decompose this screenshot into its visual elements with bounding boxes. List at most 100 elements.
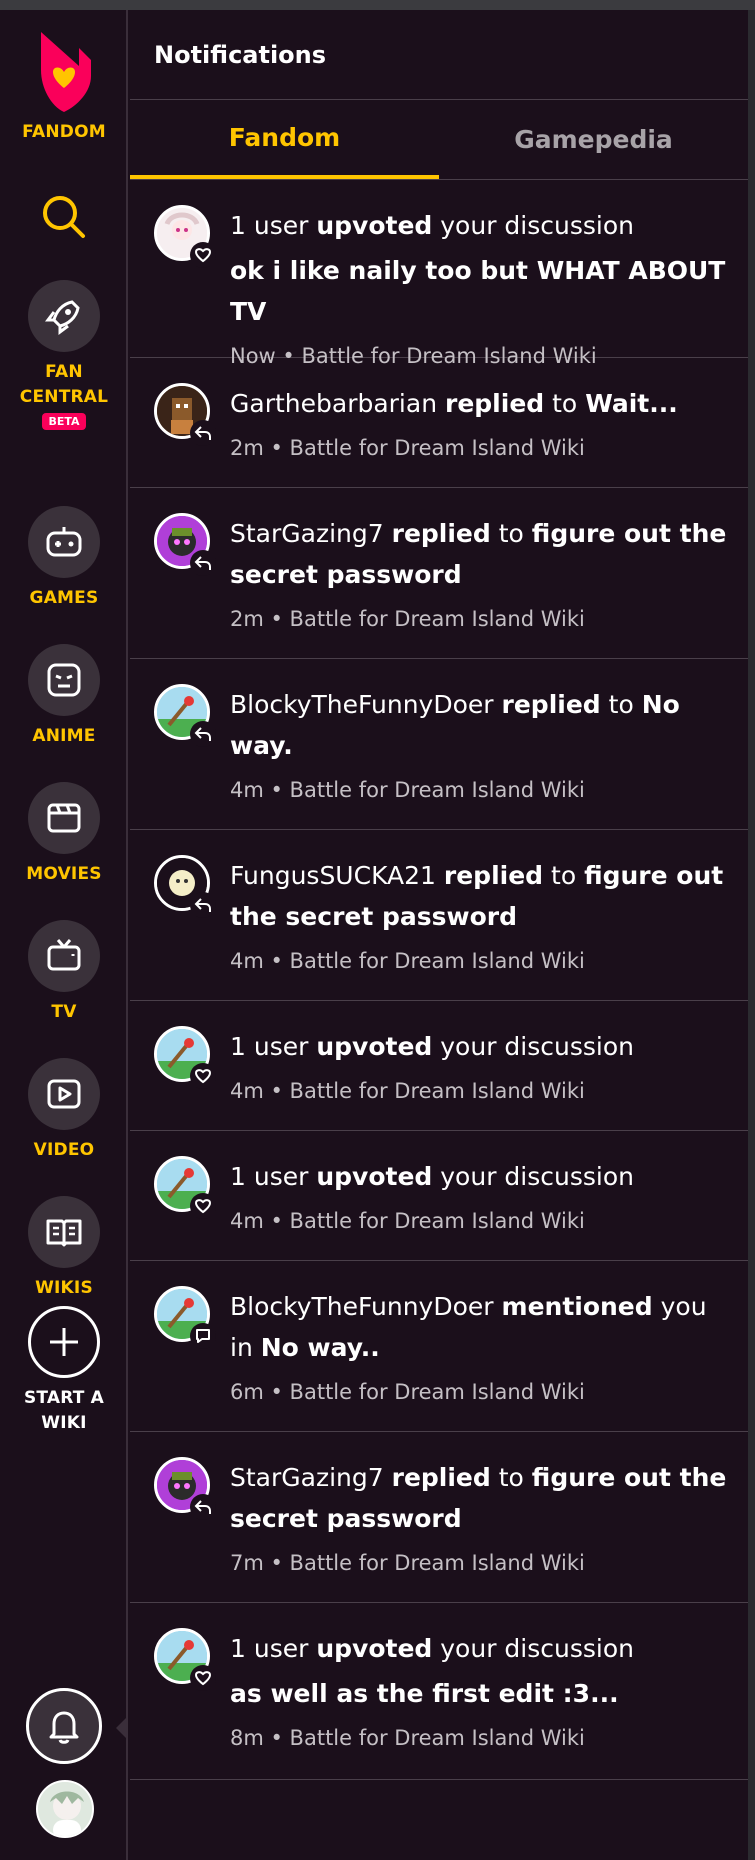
notification-text: StarGazing7 replied to figure out the se… (230, 513, 728, 595)
reply-icon (194, 727, 211, 741)
nav-label-games: GAMES (29, 588, 99, 608)
notification-item[interactable]: 1 user upvoted your discussion as well a… (130, 1603, 748, 1780)
notification-action: replied (391, 519, 491, 548)
fandom-logo-link[interactable]: FANDOM (0, 26, 128, 145)
notification-text: 1 user upvoted your discussion (230, 205, 728, 246)
user-avatar[interactable] (36, 1780, 94, 1838)
movies-icon-circle (28, 782, 100, 854)
anime-face-icon (47, 663, 81, 697)
notification-action: upvoted (316, 1032, 433, 1061)
notification-item[interactable]: 1 user upvoted your discussion 4m • Batt… (130, 1001, 748, 1131)
search-button[interactable] (0, 192, 128, 242)
notification-text: 1 user upvoted your discussion (230, 1628, 728, 1669)
nav-label-video: VIDEO (33, 1140, 95, 1160)
start-wiki-icon-circle (28, 1306, 100, 1378)
notification-item[interactable]: 1 user upvoted your discussion ok i like… (130, 180, 748, 368)
tv-icon-circle (28, 920, 100, 992)
notification-item[interactable]: BlockyTheFunnyDoer mentioned you in No w… (130, 1261, 748, 1432)
nav-label-tv: TV (51, 1002, 77, 1022)
notification-actor: 1 user (230, 1634, 309, 1663)
play-video-icon (47, 1079, 81, 1109)
window-right-edge (748, 10, 755, 1860)
notification-action: upvoted (316, 1162, 433, 1191)
wikis-icon-circle (28, 1196, 100, 1268)
global-nav-sidebar: FANDOM FAN CENTRAL BETA GAMES ANIME MOVI… (0, 10, 128, 1860)
fandom-logo-label: FANDOM (22, 122, 106, 142)
window-top-strip (0, 0, 755, 10)
reply-badge (190, 892, 216, 918)
notifications-bell-circle (26, 1688, 102, 1764)
heart-icon (194, 1671, 212, 1686)
notification-target: No way.. (260, 1333, 380, 1362)
notifications-button[interactable] (26, 1688, 102, 1764)
notification-meta: 2m • Battle for Dream Island Wiki (230, 607, 585, 631)
reply-badge (190, 721, 216, 747)
comment-badge (190, 1323, 216, 1349)
notification-tail: your discussion (440, 211, 634, 240)
reply-badge (190, 1494, 216, 1520)
notification-action: replied (445, 389, 545, 418)
notification-item[interactable]: 1 user upvoted your discussion 4m • Batt… (130, 1131, 748, 1261)
heart-icon (194, 1069, 212, 1084)
open-book-icon (46, 1219, 82, 1247)
notification-actor: 1 user (230, 1162, 309, 1191)
notification-text: StarGazing7 replied to figure out the se… (230, 1457, 728, 1539)
notification-actor: BlockyTheFunnyDoer (230, 1292, 494, 1321)
panel-title: Notifications (130, 10, 748, 100)
nav-label-start-a-wiki: START A WIKI (23, 1388, 105, 1433)
notification-text: 1 user upvoted your discussion (230, 1026, 728, 1067)
notification-actor: StarGazing7 (230, 519, 384, 548)
nav-item-anime[interactable]: ANIME (0, 644, 128, 749)
nav-label-movies: MOVIES (26, 864, 102, 884)
notification-connector: to (552, 389, 578, 418)
clapperboard-icon (47, 803, 81, 833)
notification-snippet: ok i like naily too but WHAT ABOUT TV (230, 256, 726, 326)
notification-snippet: as well as the first edit :3... (230, 1679, 619, 1708)
notification-actor: 1 user (230, 1032, 309, 1061)
reply-icon (194, 556, 211, 570)
notification-meta: 4m • Battle for Dream Island Wiki (230, 1079, 585, 1103)
notification-connector: to (498, 519, 524, 548)
tv-icon (47, 939, 81, 971)
games-icon-circle (28, 506, 100, 578)
notification-meta: 4m • Battle for Dream Island Wiki (230, 949, 585, 973)
notification-action: replied (391, 1463, 491, 1492)
notification-item[interactable]: Garthebarbarian replied to Wait... 2m • … (130, 358, 748, 488)
notification-meta: 2m • Battle for Dream Island Wiki (230, 436, 585, 460)
notification-tail: your discussion (440, 1032, 634, 1061)
notification-item[interactable]: StarGazing7 replied to figure out the se… (130, 1432, 748, 1603)
nav-item-fan-central[interactable]: FAN CENTRAL BETA (0, 280, 128, 430)
rocket-icon (45, 300, 80, 335)
notification-meta: 4m • Battle for Dream Island Wiki (230, 778, 585, 802)
gamepad-icon (46, 527, 82, 557)
tab-gamepedia[interactable]: Gamepedia (439, 100, 748, 179)
reply-badge (190, 420, 216, 446)
active-panel-pointer (116, 1716, 128, 1740)
notification-action: mentioned (501, 1292, 653, 1321)
notification-connector: to (498, 1463, 524, 1492)
notification-target: Wait... (585, 389, 678, 418)
video-icon-circle (28, 1058, 100, 1130)
notification-connector: to (608, 690, 634, 719)
notification-action: replied (443, 861, 544, 890)
bell-icon (49, 1711, 79, 1744)
notification-item[interactable]: StarGazing7 replied to figure out the se… (130, 488, 748, 659)
notification-actor: Garthebarbarian (230, 389, 438, 418)
nav-item-video[interactable]: VIDEO (0, 1058, 128, 1163)
nav-item-tv[interactable]: TV (0, 920, 128, 1025)
nav-item-games[interactable]: GAMES (0, 506, 128, 611)
plus-icon (50, 1328, 78, 1356)
nav-item-wikis[interactable]: WIKIS (0, 1196, 128, 1301)
nav-item-movies[interactable]: MOVIES (0, 782, 128, 887)
heart-badge (190, 242, 216, 268)
search-icon (43, 196, 85, 238)
notification-meta: 7m • Battle for Dream Island Wiki (230, 1551, 585, 1575)
nav-label-anime: ANIME (32, 726, 96, 746)
notification-action: replied (501, 690, 601, 719)
nav-item-start-a-wiki[interactable]: START A WIKI (0, 1306, 128, 1436)
tab-fandom[interactable]: Fandom (130, 100, 439, 179)
notification-item[interactable]: FungusSUCKA21 replied to figure out the … (130, 830, 748, 1001)
reply-icon (194, 898, 211, 912)
notification-tail: your discussion (440, 1634, 634, 1663)
notification-item[interactable]: BlockyTheFunnyDoer replied to No way. 4m… (130, 659, 748, 830)
